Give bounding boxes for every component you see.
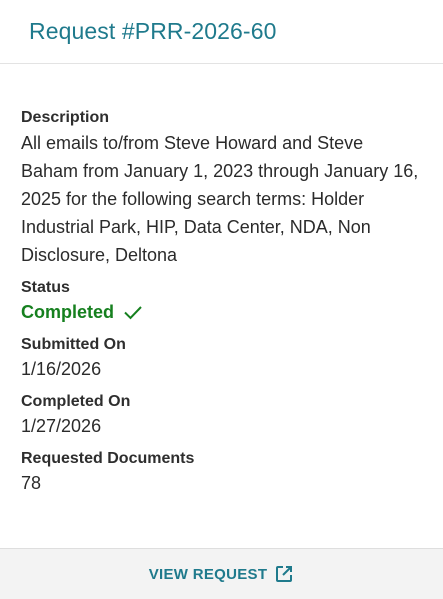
completed-field: Completed On 1/27/2026 bbox=[21, 392, 422, 440]
view-request-button[interactable]: VIEW REQUEST bbox=[149, 564, 295, 584]
request-details: Description All emails to/from Steve How… bbox=[0, 64, 443, 497]
completed-value: 1/27/2026 bbox=[21, 416, 102, 436]
check-icon bbox=[123, 304, 143, 320]
status-field: Status Completed bbox=[21, 278, 422, 326]
card-footer: VIEW REQUEST bbox=[0, 548, 443, 599]
external-link-icon bbox=[274, 564, 294, 584]
documents-value: 78 bbox=[21, 473, 42, 493]
status-badge: Completed bbox=[21, 298, 422, 326]
request-card: Request #PRR-2026-60 Description All ema… bbox=[0, 0, 443, 599]
description-field: Description All emails to/from Steve How… bbox=[21, 108, 422, 269]
card-header: Request #PRR-2026-60 bbox=[0, 0, 443, 64]
documents-label: Requested Documents bbox=[21, 450, 195, 467]
request-title: Request #PRR-2026-60 bbox=[29, 18, 277, 44]
status-value: Completed bbox=[21, 302, 115, 322]
description-label: Description bbox=[21, 109, 110, 126]
completed-label: Completed On bbox=[21, 393, 131, 410]
submitted-value: 1/16/2026 bbox=[21, 359, 102, 379]
status-label: Status bbox=[21, 279, 70, 296]
submitted-label: Submitted On bbox=[21, 336, 126, 353]
documents-field: Requested Documents 78 bbox=[21, 449, 422, 497]
description-value: All emails to/from Steve Howard and Stev… bbox=[21, 133, 419, 265]
submitted-field: Submitted On 1/16/2026 bbox=[21, 335, 422, 383]
view-request-label: VIEW REQUEST bbox=[148, 565, 268, 583]
